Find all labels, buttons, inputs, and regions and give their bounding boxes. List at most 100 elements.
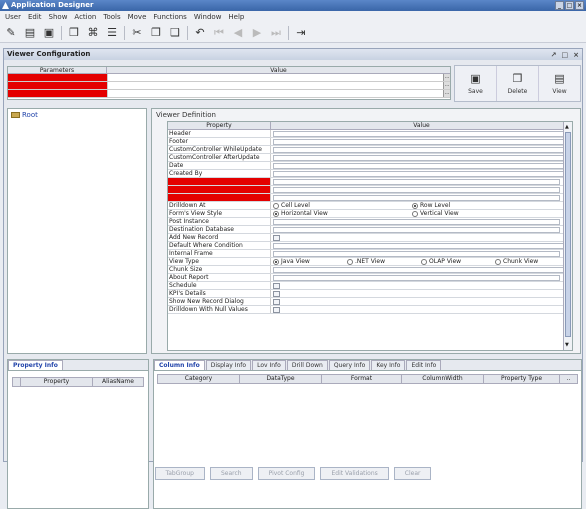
tab-display-info[interactable]: Display Info (205, 360, 252, 370)
radio-option[interactable]: .NET View (347, 258, 417, 266)
tree-panel: Root (7, 108, 147, 354)
checkbox[interactable] (273, 234, 280, 241)
text-field[interactable] (273, 146, 572, 153)
text-field[interactable] (273, 186, 560, 193)
exit-button[interactable]: ⇥ (293, 25, 309, 41)
text-field[interactable] (273, 162, 572, 169)
toolbar-separator (124, 25, 125, 40)
text-field[interactable] (273, 154, 572, 161)
text-field[interactable] (273, 274, 560, 281)
text-field[interactable] (273, 218, 560, 225)
radio-option[interactable]: Chunk View (495, 258, 565, 266)
text-field[interactable] (273, 226, 560, 233)
menu-action[interactable]: Action (71, 13, 99, 21)
tab-drill-down[interactable]: Drill Down (286, 360, 328, 370)
text-field[interactable] (273, 194, 560, 201)
radio-option[interactable]: Horizontal View (273, 210, 408, 218)
next-button[interactable]: ▶ (249, 25, 265, 41)
property-row: Show New Record Dialog (168, 298, 572, 306)
ellipsis-button[interactable]: ... (443, 90, 450, 97)
property-value: ... (271, 178, 572, 185)
tab-query-info[interactable]: Query Info (328, 360, 371, 370)
close-icon[interactable]: × (573, 50, 579, 61)
radio-option[interactable]: Cell Level (273, 202, 408, 210)
scroll-down-icon[interactable]: ▼ (565, 342, 569, 348)
property-row: Schedule... (168, 282, 572, 290)
menu-functions[interactable]: Functions (150, 13, 189, 21)
radio-option[interactable]: Java View (273, 258, 343, 266)
ellipsis-button[interactable]: ... (443, 82, 450, 89)
tab-edit-info[interactable]: Edit Info (406, 360, 442, 370)
clear-button[interactable]: Clear (393, 466, 432, 480)
radio-option[interactable]: OLAP View (421, 258, 491, 266)
pencil-button[interactable]: ✎ (3, 25, 19, 41)
prev-button[interactable]: ◀ (230, 25, 246, 41)
view-button[interactable]: ▤ View (539, 66, 580, 101)
tab-key-info[interactable]: Key Info (371, 360, 406, 370)
menu-window[interactable]: Window (191, 13, 225, 21)
property-label: Footer (168, 138, 271, 145)
open-folder-button[interactable]: ▤ (22, 25, 38, 41)
scroll-thumb[interactable] (565, 132, 571, 337)
ellipsis-button[interactable]: ... (443, 74, 450, 81)
radio-option[interactable]: Vertical View (412, 210, 547, 218)
paste-button[interactable]: ❑ (167, 25, 183, 41)
parameter-value-field[interactable] (107, 74, 443, 81)
menu-tools[interactable]: Tools (100, 13, 123, 21)
property-label: Post Instance (168, 218, 271, 225)
settings-button[interactable]: ⌘ (85, 25, 101, 41)
text-field[interactable] (273, 170, 572, 177)
text-field[interactable] (273, 138, 572, 145)
pivot-config-button[interactable]: Pivot Config (257, 466, 316, 480)
undo-button[interactable]: ↶ (192, 25, 208, 41)
tab-property-info[interactable]: Property Info (8, 360, 63, 370)
delete-button[interactable]: ❒ Delete (497, 66, 539, 101)
document-button[interactable]: ☰ (104, 25, 120, 41)
save-button[interactable]: ▣ (41, 25, 57, 41)
tree-root-node[interactable]: Root (11, 111, 38, 119)
checkbox[interactable] (273, 306, 280, 313)
menu-move[interactable]: Move (125, 13, 150, 21)
text-field[interactable] (273, 242, 572, 249)
maximize-button[interactable]: □ (565, 1, 574, 10)
property-label: CustomController WhileUpdate (168, 146, 271, 153)
text-field[interactable] (273, 266, 572, 273)
menu-user[interactable]: User (2, 13, 24, 21)
menu-help[interactable]: Help (225, 13, 247, 21)
parameter-value-field[interactable] (107, 82, 443, 89)
minimize-button[interactable]: _ (555, 1, 564, 10)
edit-validations-button[interactable]: Edit Validations (320, 466, 389, 480)
save-button[interactable]: ▣ Save (455, 66, 497, 101)
tabgroup-button[interactable]: TabGroup (154, 466, 205, 480)
restore-icon[interactable]: ↗ (551, 50, 557, 61)
text-field[interactable] (273, 250, 560, 257)
checkbox[interactable] (273, 290, 280, 297)
trash-button[interactable]: ❒ (66, 25, 82, 41)
property-label: View Type (168, 258, 271, 265)
last-button[interactable]: ⏭ (268, 25, 284, 41)
parameter-value-field[interactable] (107, 90, 443, 97)
maximize-icon[interactable]: □ (562, 50, 569, 61)
save-icon: ▣ (43, 26, 55, 39)
tab-lov-info[interactable]: Lov Info (252, 360, 286, 370)
copy-button[interactable]: ❐ (148, 25, 164, 41)
column-header: Category (158, 375, 240, 383)
cut-button[interactable]: ✂ (129, 25, 145, 41)
property-label: Instance (168, 178, 271, 185)
scroll-up-icon[interactable]: ▲ (565, 124, 569, 130)
checkbox[interactable] (273, 282, 280, 289)
checkbox[interactable] (273, 298, 280, 305)
tab-column-info[interactable]: Column Info (154, 360, 205, 370)
radio-option[interactable]: Row Level (412, 202, 547, 210)
first-button[interactable]: ⏮ (211, 25, 227, 41)
vertical-scrollbar[interactable]: ▲ ▼ (563, 122, 572, 350)
search-button[interactable]: Search (209, 466, 253, 480)
text-field[interactable] (273, 130, 572, 137)
text-field[interactable] (273, 178, 560, 185)
column-info-panel: Column Info Display Info Lov Info Drill Dow… (153, 359, 582, 509)
radio-button-icon (273, 202, 279, 209)
menu-show[interactable]: Show (46, 13, 71, 21)
close-button[interactable]: × (575, 1, 584, 10)
last-icon: ⏭ (271, 25, 281, 39)
menu-edit[interactable]: Edit (25, 13, 45, 21)
